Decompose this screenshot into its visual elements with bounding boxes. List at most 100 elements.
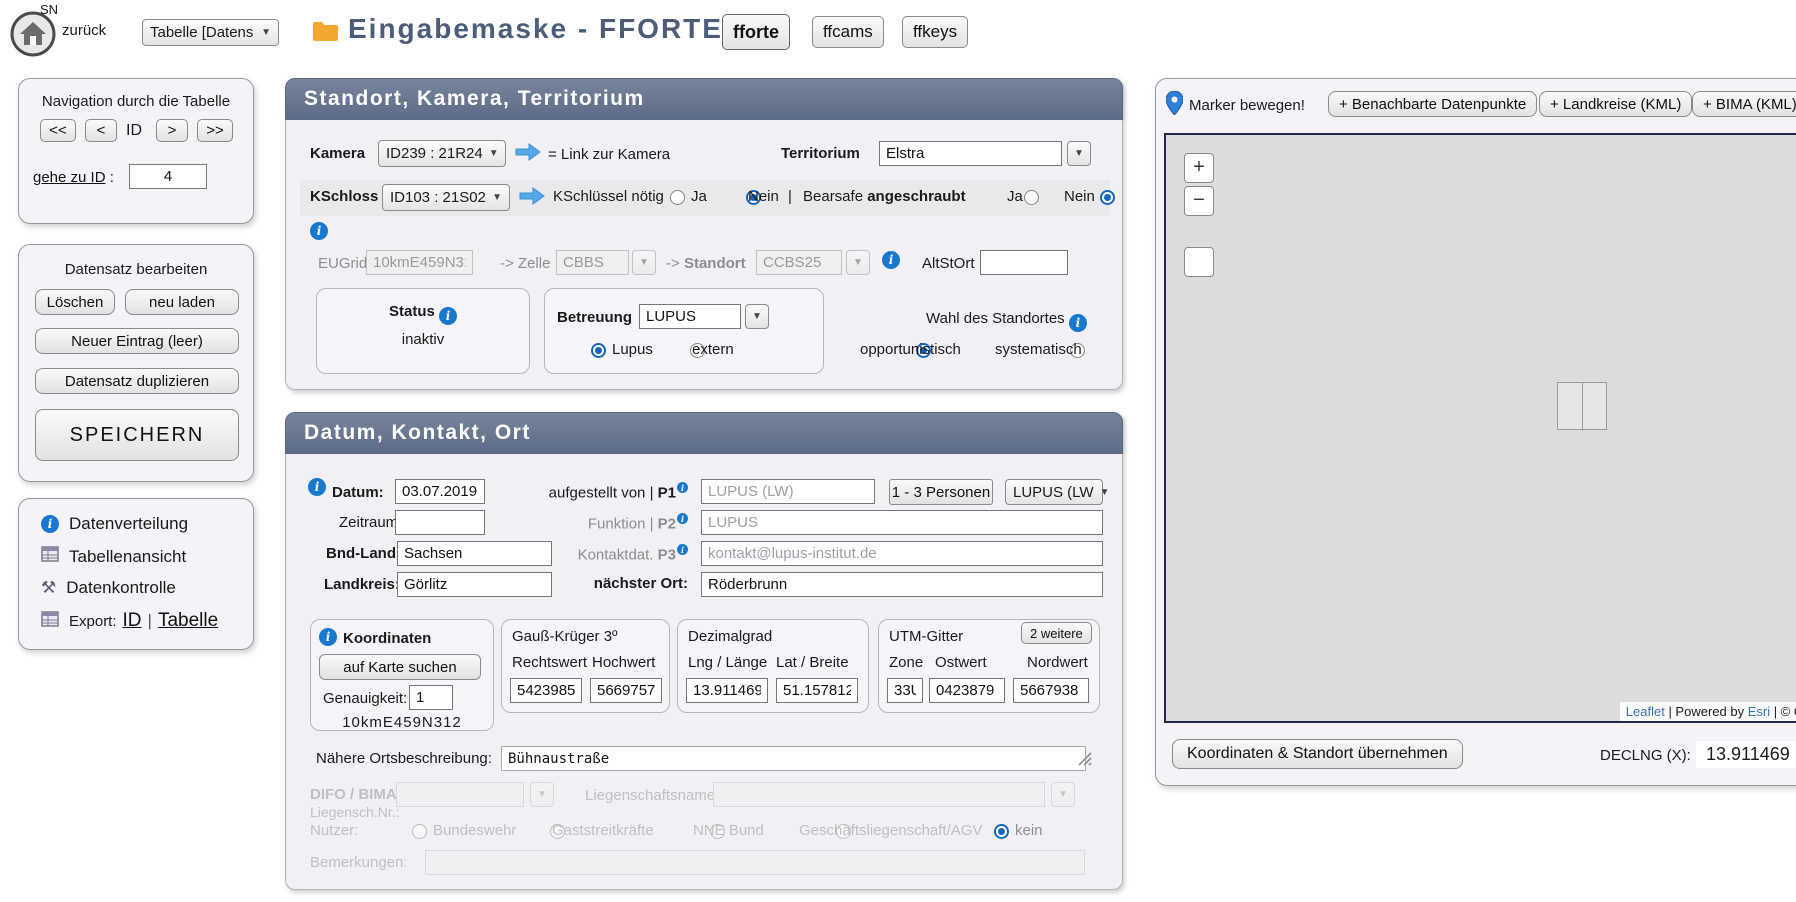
chevron-down-icon: ▼ (1074, 148, 1084, 159)
altstort-input[interactable] (980, 250, 1068, 275)
rechtswert-input[interactable] (510, 678, 582, 703)
utm-more-button[interactable]: 2 weitere (1021, 622, 1092, 644)
back-link[interactable]: zurück (62, 22, 106, 39)
tools-icon: ⚒ (41, 578, 56, 598)
betreuung-lupus-radio[interactable] (591, 343, 606, 358)
ortsbeschreibung-label: Nähere Ortsbeschreibung: (316, 750, 492, 767)
edit-panel-title: Datensatz bearbeiten (19, 261, 253, 278)
add-bima-button[interactable]: + BIMA (KML) (1692, 91, 1796, 117)
duplicate-button[interactable]: Datensatz duplizieren (35, 368, 239, 394)
personen-button[interactable]: 1 - 3 Personen (889, 479, 993, 505)
status-box: Status i inaktiv (316, 288, 530, 374)
nav-id-label: ID (126, 122, 142, 140)
nav-first-button[interactable]: << (40, 119, 76, 142)
lng-input[interactable] (686, 678, 768, 703)
goto-id-link[interactable]: gehe zu ID (33, 169, 106, 186)
koordinaten-box: i Koordinaten auf Karte suchen Genauigke… (310, 619, 494, 731)
nav-prev-button[interactable]: < (85, 119, 117, 142)
declng-label: DECLNG (X): (1600, 747, 1691, 764)
info-icon[interactable]: i (677, 544, 688, 555)
nav-next-button[interactable]: > (156, 119, 188, 142)
tools-links-panel: i Datenverteilung Tabellenansicht ⚒ Date… (18, 498, 254, 650)
datum-panel: Datum, Kontakt, Ort i Datum: aufgestellt… (285, 412, 1123, 890)
ortsbeschreibung-input[interactable] (501, 746, 1086, 771)
app-tab-ffkeys[interactable]: ffkeys (902, 16, 968, 48)
export-table-link[interactable]: Tabelle (158, 610, 218, 632)
add-landkreise-button[interactable]: + Landkreise (KML) (1539, 91, 1692, 117)
layers-button[interactable] (1184, 247, 1214, 277)
save-button[interactable]: SPEICHERN (35, 409, 239, 461)
datum-input[interactable] (395, 479, 485, 504)
genauigkeit-input[interactable] (409, 685, 453, 710)
map-search-button[interactable]: auf Karte suchen (319, 654, 481, 680)
status-value: inaktiv (317, 331, 529, 348)
utm-zone-input[interactable] (887, 678, 923, 703)
app-tab-fforte[interactable]: fforte (722, 14, 790, 50)
home-icon[interactable] (10, 11, 56, 57)
utm-ost-input[interactable] (929, 678, 1005, 703)
bearsafe-nein-radio[interactable] (1100, 190, 1115, 205)
betreuung-input[interactable] (639, 304, 741, 329)
standort-dropdown-button: ▼ (846, 250, 870, 275)
utm-title: UTM-Gitter (889, 628, 963, 645)
p1-input[interactable] (701, 479, 875, 504)
zoom-out-button[interactable]: − (1184, 186, 1214, 216)
sidebar-item-datenkontrolle[interactable]: ⚒ Datenkontrolle (41, 578, 176, 598)
info-icon[interactable]: i (310, 222, 328, 240)
p2-input[interactable] (701, 510, 1103, 535)
sidebar-item-datenverteilung[interactable]: i Datenverteilung (41, 514, 188, 534)
reload-button[interactable]: neu laden (125, 289, 239, 315)
add-datapoints-button[interactable]: + Benachbarte Datenpunkte (1328, 91, 1537, 117)
kamera-select[interactable]: ID239 : 21R24▼ (378, 140, 506, 167)
lat-input[interactable] (776, 678, 858, 703)
bemerkungen-label: Bemerkungen: (310, 854, 408, 871)
standort-input (756, 250, 842, 275)
territorium-input[interactable] (879, 141, 1062, 166)
info-icon[interactable]: i (677, 482, 688, 493)
nutzer-kein-radio[interactable] (994, 824, 1009, 839)
marker-placeholder (1557, 382, 1607, 430)
goto-id-input[interactable] (129, 164, 207, 189)
zeitraum-input[interactable] (395, 510, 485, 535)
link-arrow-icon[interactable] (518, 185, 546, 211)
standort-panel-header: Standort, Kamera, Territorium (285, 78, 1123, 120)
table-select[interactable]: Tabelle [Datens ▼ (142, 19, 279, 46)
link-arrow-icon[interactable] (514, 141, 542, 167)
info-icon[interactable]: i (319, 628, 337, 646)
info-icon[interactable]: i (308, 478, 326, 496)
new-entry-button[interactable]: Neuer Eintrag (leer) (35, 328, 239, 354)
kschluessel-ja-radio[interactable] (670, 190, 685, 205)
apply-coordinates-button[interactable]: Koordinaten & Standort übernehmen (1172, 739, 1463, 769)
zoom-in-button[interactable]: + (1184, 153, 1214, 183)
nutzer-bundeswehr-radio (412, 824, 427, 839)
export-id-link[interactable]: ID (123, 610, 142, 632)
esri-link[interactable]: Esri (1748, 704, 1770, 719)
dez-title: Dezimalgrad (688, 628, 772, 645)
bearsafe-label: Bearsafe angeschraubt (803, 188, 966, 205)
info-icon[interactable]: i (677, 513, 688, 524)
app-tab-ffcams[interactable]: ffcams (812, 16, 884, 48)
grid-code-label: 10kmE459N312 (311, 714, 493, 731)
kschloss-select[interactable]: ID103 : 21S02▼ (382, 184, 510, 211)
territorium-dropdown-button[interactable]: ▼ (1067, 141, 1091, 166)
betreuung-dropdown-button[interactable]: ▼ (745, 304, 769, 329)
info-icon[interactable]: i (1069, 314, 1087, 332)
utm-nord-input[interactable] (1013, 678, 1089, 703)
p3-input[interactable] (701, 541, 1103, 566)
delete-button[interactable]: Löschen (35, 289, 115, 315)
territorium-label: Territorium (781, 145, 860, 162)
resize-handle-icon[interactable] (1076, 750, 1092, 770)
page-title: Eingabemaske - FFORTE (348, 13, 723, 45)
sidebar-item-tabellenansicht[interactable]: Tabellenansicht (41, 546, 186, 567)
nutzer-label: Nutzer: (310, 822, 358, 839)
p1-select[interactable]: LUPUS (LW▼ (1005, 479, 1103, 505)
wahl-standort-label: Wahl des Standortes (926, 310, 1065, 327)
nav-last-button[interactable]: >> (197, 119, 233, 142)
ort-input[interactable] (701, 572, 1103, 597)
hochwert-input[interactable] (590, 678, 662, 703)
map-canvas[interactable]: + − Leaflet | Powered by Esri | © O (1164, 133, 1796, 723)
info-icon[interactable]: i (439, 307, 457, 325)
altstort-label: AltStOrt (922, 255, 975, 272)
leaflet-link[interactable]: Leaflet (1626, 704, 1665, 719)
info-icon[interactable]: i (882, 251, 900, 269)
